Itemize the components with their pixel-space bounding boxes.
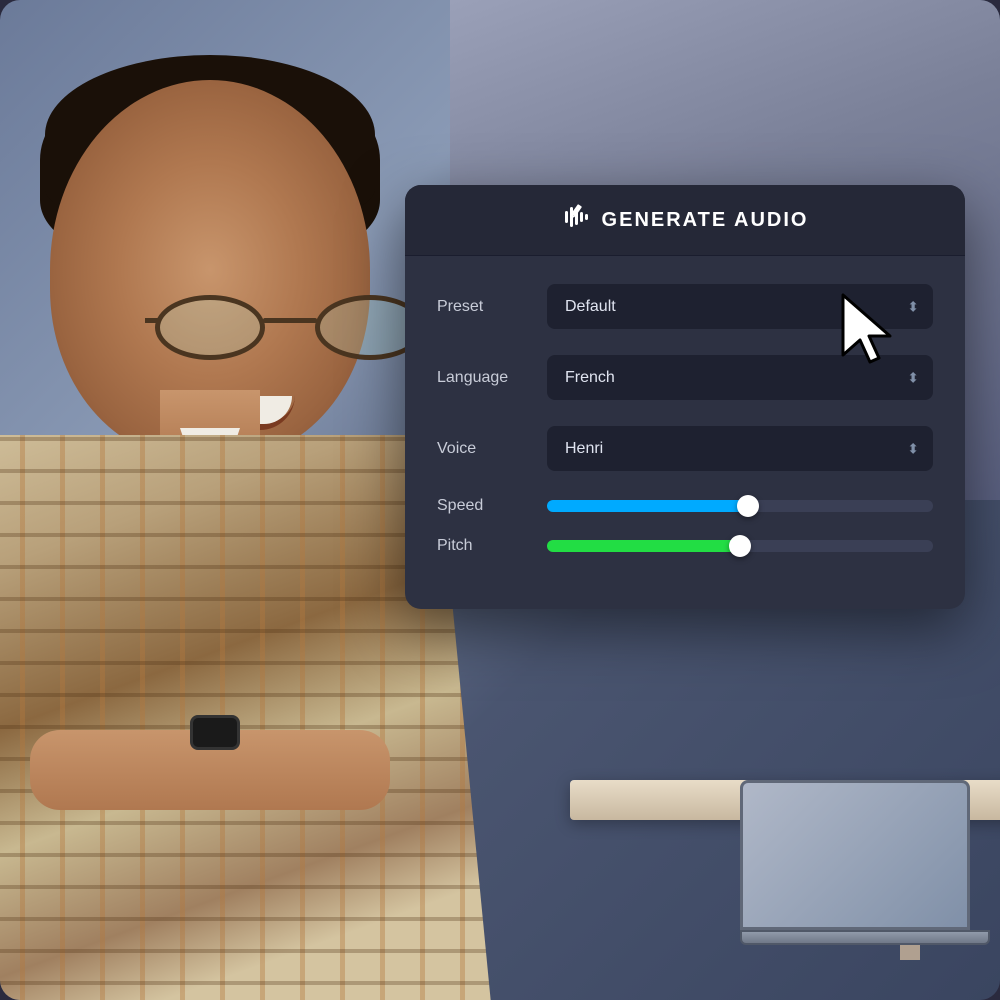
glasses-bridge: [263, 318, 317, 323]
preset-row: Preset Default Custom News Story Podcast…: [437, 284, 933, 329]
language-row: Language French English Spanish German I…: [437, 355, 933, 400]
watch: [190, 715, 240, 750]
panel-title: GENERATE AUDIO: [602, 209, 809, 232]
preset-label: Preset: [437, 298, 547, 316]
preset-select-wrapper: Default Custom News Story Podcast ⬍: [547, 284, 933, 329]
glasses-frame-left: [155, 295, 265, 360]
generate-audio-panel: GENERATE AUDIO Preset Default Custom New…: [405, 185, 965, 609]
pitch-thumb[interactable]: [729, 535, 751, 557]
voice-label: Voice: [437, 440, 547, 458]
pitch-slider[interactable]: [547, 540, 933, 552]
language-label: Language: [437, 369, 547, 387]
laptop-screen: [740, 780, 970, 930]
audio-icon: [562, 203, 590, 237]
laptop-base: [740, 930, 990, 945]
pitch-row: Pitch: [437, 537, 933, 555]
language-select-wrapper: French English Spanish German Italian ⬍: [547, 355, 933, 400]
voice-select[interactable]: Henri Marie Pierre Sophie: [547, 426, 933, 471]
preset-select[interactable]: Default Custom News Story Podcast: [547, 284, 933, 329]
language-select[interactable]: French English Spanish German Italian: [547, 355, 933, 400]
voice-select-wrapper: Henri Marie Pierre Sophie ⬍: [547, 426, 933, 471]
speed-thumb[interactable]: [737, 495, 759, 517]
panel-header: GENERATE AUDIO: [405, 185, 965, 256]
speed-slider[interactable]: [547, 500, 933, 512]
panel-body: Preset Default Custom News Story Podcast…: [405, 256, 965, 555]
speed-label: Speed: [437, 497, 547, 515]
laptop: [740, 780, 990, 960]
glasses: [145, 290, 435, 370]
voice-row: Voice Henri Marie Pierre Sophie ⬍: [437, 426, 933, 471]
speed-row: Speed: [437, 497, 933, 515]
pitch-label: Pitch: [437, 537, 547, 555]
